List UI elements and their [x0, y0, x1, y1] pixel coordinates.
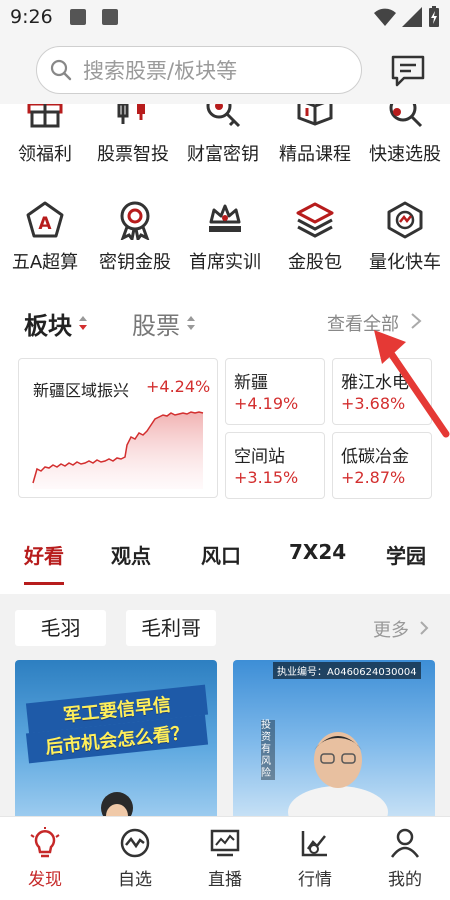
crown-icon — [209, 204, 241, 232]
nav-live[interactable]: 直播 — [180, 827, 270, 890]
featured-sector-card[interactable]: 新疆区域振兴 +4.24% — [18, 358, 218, 498]
quick-item-label: 金股包 — [288, 252, 342, 273]
tab-guandian[interactable]: 观点 — [111, 540, 151, 569]
sector-change: +4.24% — [146, 377, 211, 396]
nav-label: 我的 — [388, 870, 422, 890]
wifi-icon — [374, 8, 396, 26]
hexagon-chart-icon — [387, 201, 423, 239]
tab-fengkou[interactable]: 风口 — [201, 540, 241, 569]
sector-card[interactable]: 新疆 +4.19% — [225, 358, 325, 425]
svg-text:A: A — [38, 214, 52, 234]
presenter-image — [101, 792, 133, 816]
lightbulb-icon — [30, 827, 60, 858]
profile-icon — [390, 828, 420, 858]
nav-profile[interactable]: 我的 — [360, 827, 450, 890]
live-icon — [210, 829, 240, 857]
quick-item-label: 密钥金股 — [99, 252, 171, 273]
nav-label: 直播 — [208, 870, 242, 890]
chevron-right-icon[interactable] — [419, 620, 429, 636]
chevron-right-icon[interactable] — [410, 312, 422, 330]
quick-item-label: 五A超算 — [11, 252, 79, 273]
bottom-navigation: 发现 自选 直播 行情 我的 — [0, 816, 450, 900]
sector-change: +3.15% — [234, 468, 299, 487]
wealth-key-icon — [206, 104, 241, 128]
quick-item-label: 快速选股 — [369, 144, 441, 165]
quick-item-label: 领福利 — [18, 144, 72, 165]
search-bar[interactable]: 搜索股票/板块等 — [36, 46, 362, 94]
author-chip[interactable]: 毛利哥 — [126, 610, 216, 646]
sector-card[interactable]: 低碳冶金 +2.87% — [332, 432, 432, 499]
annotation-arrow — [374, 330, 450, 438]
status-bar: 9:26 — [0, 0, 450, 36]
status-time: 9:26 — [10, 6, 53, 28]
quick-item-label: 首席实训 — [189, 252, 261, 273]
more-link[interactable]: 更多 — [373, 616, 409, 642]
video-thumbnail[interactable]: 军工要信早信 后市机会怎么看？ — [15, 660, 217, 816]
nav-watchlist[interactable]: 自选 — [90, 827, 180, 890]
sector-card[interactable]: 空间站 +3.15% — [225, 432, 325, 499]
search-input[interactable]: 搜索股票/板块等 — [83, 55, 237, 85]
status-indicators — [374, 6, 440, 28]
quick-item-label: 股票智投 — [97, 144, 169, 165]
gift-icon — [27, 104, 63, 128]
chart-area — [33, 412, 203, 489]
search-icon — [50, 59, 72, 81]
app-notification-icon — [102, 9, 118, 25]
presenter-image — [288, 732, 388, 816]
quick-item-label: 精品课程 — [279, 144, 351, 165]
sector-change: +2.87% — [341, 468, 406, 487]
sector-intraday-chart — [32, 411, 204, 489]
active-tab-indicator — [24, 582, 64, 585]
sector-name: 新疆 — [234, 373, 268, 393]
stock-search-icon — [389, 104, 423, 128]
content-tabs: 好看 观点 风口 7X24 学园 — [0, 528, 450, 588]
signal-icon — [402, 7, 422, 27]
sector-change: +4.19% — [234, 394, 299, 413]
battery-icon — [429, 6, 439, 27]
sector-name: 低碳冶金 — [341, 447, 409, 467]
tab-xueyuan[interactable]: 学园 — [386, 540, 426, 569]
pentagon-a-icon: A — [26, 201, 64, 238]
medal-icon — [120, 201, 150, 240]
market-icon — [301, 831, 327, 857]
message-icon[interactable] — [390, 54, 426, 88]
nav-label: 自选 — [118, 870, 152, 890]
sort-icon — [79, 316, 87, 330]
author-chip[interactable]: 毛羽 — [15, 610, 106, 646]
sector-name: 新疆区域振兴 — [33, 381, 130, 400]
tab-haokan[interactable]: 好看 — [24, 540, 64, 569]
quick-item-label: 量化快车 — [369, 252, 441, 273]
sector-name: 空间站 — [234, 447, 285, 467]
nav-label: 发现 — [28, 870, 62, 890]
tab-stock[interactable]: 股票 — [132, 306, 180, 341]
video-feed: 毛羽 毛利哥 更多 军工要信早信 后市机会怎么看？ 执业编号：A04606240… — [0, 594, 450, 816]
watchlist-icon — [120, 828, 150, 858]
nav-discover[interactable]: 发现 — [0, 827, 90, 890]
image-notification-icon — [70, 9, 86, 25]
top-header: 搜索股票/板块等 — [0, 36, 450, 104]
quick-menu-row-1: 领福利 股票智投 财富密钥 精品课程 快速选股 — [0, 104, 450, 170]
tab-sector[interactable]: 板块 — [24, 306, 72, 341]
stock-invest-icon — [117, 104, 145, 124]
quick-menu-row-2: A 五A超算 密钥金股 首席实训 金股包 量化快车 — [0, 196, 450, 276]
course-book-icon — [297, 104, 333, 126]
video-thumbnail[interactable]: 执业编号：A0460624030004 投资有风险 — [233, 660, 435, 816]
layers-icon — [296, 202, 334, 238]
quick-item-label: 财富密钥 — [187, 144, 259, 165]
sort-icon — [187, 316, 195, 330]
license-number: 执业编号：A0460624030004 — [273, 662, 421, 679]
tab-7x24[interactable]: 7X24 — [289, 540, 346, 564]
risk-notice: 投资有风险 — [261, 720, 275, 780]
nav-market[interactable]: 行情 — [270, 827, 360, 890]
nav-label: 行情 — [298, 870, 332, 890]
